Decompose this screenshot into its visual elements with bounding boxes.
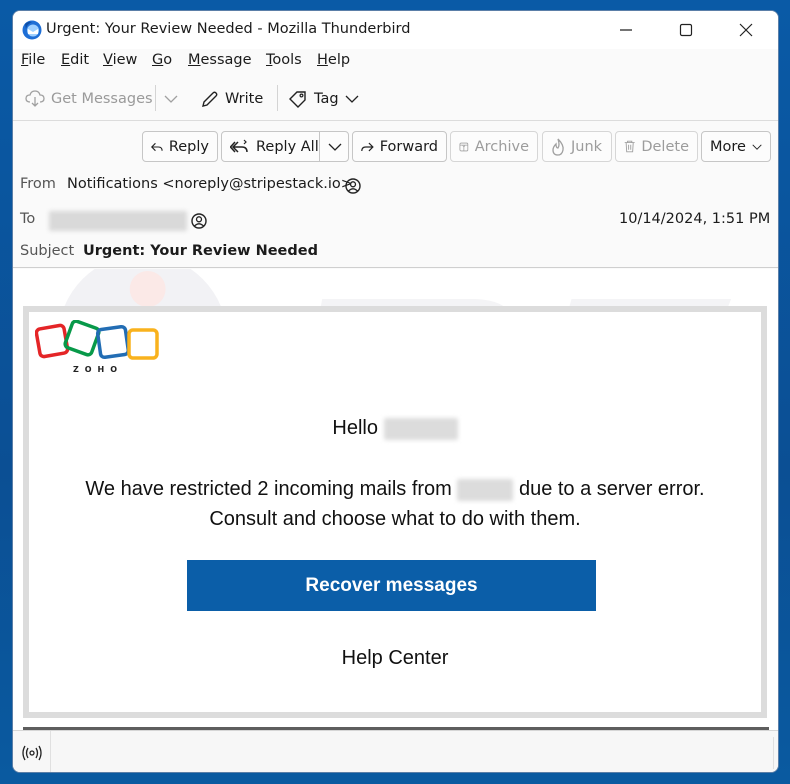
delete-label: Delete [641,138,689,155]
online-status-icon[interactable] [21,743,43,763]
menu-tools[interactable]: Tools [266,52,302,68]
menu-file[interactable]: File [21,52,45,68]
get-messages-button[interactable]: Get Messages [25,85,153,113]
toolbar-separator [155,85,156,111]
menu-label: essage [200,52,252,68]
contact-icon[interactable] [345,178,361,194]
pencil-icon [202,91,218,107]
cloud-download-icon [25,90,45,107]
archive-button[interactable]: Archive [450,131,538,162]
tag-label: Tag [314,91,339,107]
more-button[interactable]: More [701,131,771,162]
minimize-button[interactable] [596,11,656,49]
reply-label: Reply [168,138,209,155]
maximize-button[interactable] [656,11,716,49]
menu-accel: E [61,52,71,68]
menu-accel: M [188,52,201,68]
menu-bar: File Edit View Go Message Tools Help [13,49,778,75]
menu-help[interactable]: Help [317,52,350,68]
trash-icon [624,140,635,153]
write-button[interactable]: Write [201,85,263,113]
message-header: Reply Reply All Forward Archive Junk Del… [13,121,778,268]
menu-view[interactable]: View [103,52,137,68]
help-center-link[interactable]: Help Center [29,647,761,670]
status-bar [13,730,778,772]
minimize-icon [620,29,632,31]
menu-label: o [163,52,173,68]
menu-label: ools [272,52,302,68]
menu-go[interactable]: Go [152,52,172,68]
tag-button[interactable]: Tag [288,85,359,113]
forward-icon [361,142,374,151]
chevron-down-icon[interactable] [328,142,342,152]
menu-label: iew [112,52,138,68]
greeting-text: Hello [332,417,378,439]
window-title: Urgent: Your Review Needed - Mozilla Thu… [46,21,411,37]
thunderbird-logo-icon [22,20,42,40]
chevron-down-icon [164,95,178,103]
menu-accel: H [317,52,328,68]
junk-label: Junk [571,138,603,155]
to-label: To [20,211,36,227]
recipient-name-redacted [383,417,458,440]
toolbar-separator [277,85,278,111]
body-line-1: We have restricted 2 incoming mails from… [29,478,761,501]
menu-accel: G [152,52,164,68]
write-label: Write [225,91,264,107]
recover-messages-button[interactable]: Recover messages [187,560,596,611]
chevron-down-icon [345,95,359,103]
menu-label: elp [327,52,351,68]
archive-label: Archive [474,138,529,155]
zoho-wordmark: ZOHO [73,365,123,374]
message-body: risk.com ZOHO Hello We have restricted 2… [13,269,778,730]
forward-label: Forward [379,138,438,155]
more-label: More [710,138,746,155]
reply-all-icon [230,139,248,153]
email-card: ZOHO Hello We have restricted 2 incoming… [29,312,761,712]
reply-all-label: Reply All [256,138,319,155]
body-text: We have restricted 2 incoming mails from [85,478,452,500]
close-button[interactable] [716,11,776,49]
forward-button[interactable]: Forward [352,131,447,162]
chevron-down-icon [752,144,762,150]
menu-edit[interactable]: Edit [61,52,89,68]
from-label: From [20,176,56,192]
subject-label: Subject [20,243,75,259]
get-messages-dropdown[interactable] [164,85,178,113]
split-divider [319,132,320,161]
to-value-redacted [49,211,187,231]
status-separator [50,731,51,772]
tag-icon [289,91,306,108]
zoho-logo: ZOHO [35,320,159,374]
flame-icon [552,138,564,156]
body-line-2: Consult and choose what to do with them. [209,508,581,530]
subject-value: Urgent: Your Review Needed [83,243,318,259]
from-value[interactable]: Notifications <noreply@stripestack.io> [67,176,353,192]
reply-icon [151,142,163,151]
menu-message[interactable]: Message [188,52,252,68]
greeting: Hello [29,417,761,440]
body-text: due to a server error. [518,478,705,500]
main-toolbar: Get Messages Write Tag [13,77,778,121]
menu-label: dit [70,52,90,68]
menu-label: ile [28,52,46,68]
maximize-icon [679,23,693,37]
close-icon [739,23,753,37]
reply-button[interactable]: Reply [142,131,218,162]
email-card-border: ZOHO Hello We have restricted 2 incoming… [23,306,767,718]
thunderbird-window: Urgent: Your Review Needed - Mozilla Thu… [12,10,779,773]
menu-accel: V [103,52,113,68]
delete-button[interactable]: Delete [615,131,698,162]
archive-icon [459,142,469,151]
message-date: 10/14/2024, 1:51 PM [619,211,771,227]
get-messages-label: Get Messages [51,91,153,107]
status-separator [773,737,774,769]
domain-redacted [457,478,514,501]
reply-all-button[interactable]: Reply All [221,131,349,162]
title-bar: Urgent: Your Review Needed - Mozilla Thu… [13,11,778,49]
contact-icon[interactable] [191,213,207,229]
junk-button[interactable]: Junk [542,131,612,162]
